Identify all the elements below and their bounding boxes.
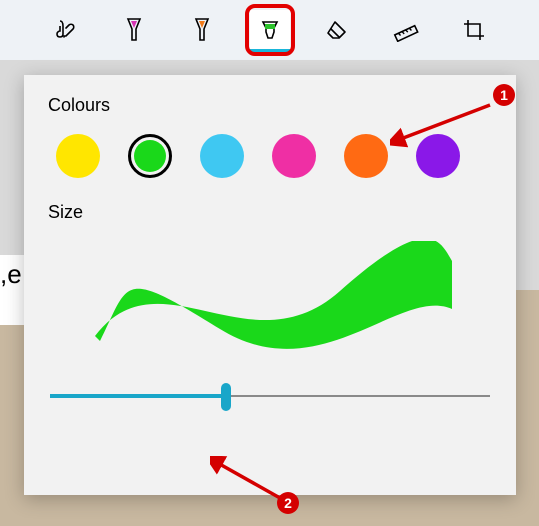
highlighter-settings-popup: Colours Size bbox=[24, 75, 516, 495]
tool-eraser[interactable] bbox=[318, 10, 358, 50]
colour-swatch-2[interactable] bbox=[200, 134, 244, 178]
slider-track-remaining bbox=[226, 395, 490, 397]
markup-toolbar bbox=[0, 0, 539, 60]
ruler-icon bbox=[393, 18, 419, 42]
touch-writing-icon bbox=[53, 18, 79, 42]
colour-swatch-4[interactable] bbox=[344, 134, 388, 178]
slider-thumb[interactable] bbox=[221, 383, 231, 411]
size-preview bbox=[48, 241, 492, 351]
crop-icon bbox=[462, 18, 486, 42]
tool-touch-writing[interactable] bbox=[46, 10, 86, 50]
colours-label: Colours bbox=[48, 95, 492, 116]
tool-pen-orange[interactable] bbox=[182, 10, 222, 50]
tool-pen-magenta[interactable] bbox=[114, 10, 154, 50]
slider-track-fill bbox=[50, 394, 226, 398]
pen-icon bbox=[192, 17, 212, 43]
tool-highlighter[interactable] bbox=[250, 10, 290, 50]
annotation-badge-1: 1 bbox=[493, 84, 515, 106]
tool-ruler[interactable] bbox=[386, 10, 426, 50]
size-label: Size bbox=[48, 202, 492, 223]
colour-swatch-0[interactable] bbox=[56, 134, 100, 178]
size-slider[interactable] bbox=[50, 381, 490, 411]
tool-crop[interactable] bbox=[454, 10, 494, 50]
colour-swatch-3[interactable] bbox=[272, 134, 316, 178]
colour-swatch-1[interactable] bbox=[128, 134, 172, 178]
stroke-preview-icon bbox=[70, 241, 470, 351]
colour-swatch-5[interactable] bbox=[416, 134, 460, 178]
selected-underline bbox=[250, 49, 290, 53]
highlighter-icon bbox=[259, 18, 281, 42]
eraser-icon bbox=[326, 19, 350, 41]
pen-icon bbox=[124, 17, 144, 43]
colour-swatch-row bbox=[48, 134, 492, 178]
annotation-badge-2: 2 bbox=[277, 492, 299, 514]
